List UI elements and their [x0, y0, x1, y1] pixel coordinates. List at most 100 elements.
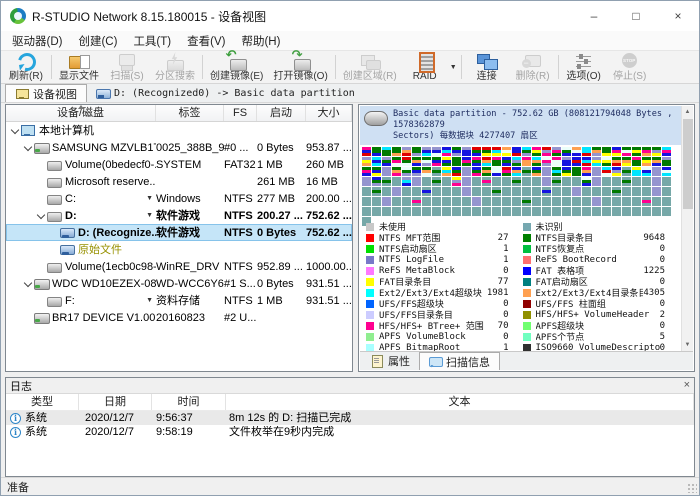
- log-row[interactable]: i系统2020/12/79:56:378m 12s 的 D: 扫描已完成: [6, 411, 694, 425]
- map-block: [392, 207, 401, 216]
- legend-swatch: [523, 234, 531, 242]
- column-header-3[interactable]: 启动: [257, 105, 306, 121]
- map-block: [622, 187, 631, 196]
- menu-item-create[interactable]: 创建(C): [70, 32, 125, 50]
- resize-grip[interactable]: [687, 483, 697, 493]
- map-block: [432, 187, 441, 196]
- raid-label: RAID: [413, 72, 437, 82]
- log-column-header-3[interactable]: 文本: [226, 394, 694, 410]
- open-image-button[interactable]: 打开镜像(O): [268, 52, 332, 82]
- raid-button[interactable]: RAID: [402, 52, 448, 82]
- menu-item-drive[interactable]: 驱动器(D): [4, 32, 70, 50]
- log-row[interactable]: i系统2020/12/79:58:19文件枚举在9秒内完成: [6, 425, 694, 439]
- minimize-button[interactable]: –: [573, 1, 615, 31]
- menu-item-tools[interactable]: 工具(T): [125, 32, 179, 50]
- create-image-icon: [225, 52, 249, 71]
- create-image-button[interactable]: 创建镜像(E): [205, 52, 268, 82]
- column-header-4[interactable]: 大小: [306, 105, 352, 121]
- map-block: [652, 177, 661, 186]
- tree-row-local-computer[interactable]: 本地计算机: [6, 122, 352, 139]
- legend-item: NTFS LogFile1: [366, 254, 523, 265]
- tree-row-drive-c[interactable]: C:▼WindowsNTFS277 MB200.00 ...: [6, 190, 352, 207]
- scroll-up-icon[interactable]: ▲: [682, 106, 693, 118]
- refresh-button[interactable]: 刷新(R): [3, 52, 49, 82]
- label-cell: WinRE_DRV: [156, 259, 224, 275]
- map-block: [522, 147, 531, 156]
- chevron-down-icon[interactable]: [22, 142, 33, 153]
- delete-button: 删除(R): [510, 52, 556, 82]
- info-icon: i: [10, 413, 21, 424]
- map-block: [442, 167, 451, 176]
- legend-swatch: [523, 278, 531, 286]
- tab-properties[interactable]: 属性: [362, 352, 419, 370]
- map-block: [612, 157, 621, 166]
- chevron-down-icon[interactable]: [35, 210, 46, 221]
- log-column-header-1[interactable]: 日期: [79, 394, 152, 410]
- map-block: [532, 167, 541, 176]
- app-window: R-STUDIO Network 8.15.180015 - 设备视图 – □ …: [0, 0, 700, 496]
- map-block: [502, 187, 511, 196]
- tree-row-raw-files[interactable]: 原始文件: [6, 241, 352, 258]
- chevron-down-icon[interactable]: [22, 278, 33, 289]
- device-name: C:: [65, 191, 76, 207]
- row-dropdown-icon[interactable]: ▼: [146, 208, 156, 224]
- log-time-cell: 9:56:37: [152, 412, 226, 425]
- tree-row-samsung-drive[interactable]: SAMSUNG MZVLB1T0...0025_388B_9...#0 ...0…: [6, 139, 352, 156]
- map-block: [452, 177, 461, 186]
- tree-row-wdc-drive[interactable]: WDC WD10EZEX-08W...WD-WCC6Y6...#1 S...0 …: [6, 275, 352, 292]
- device-tree-panel: 设备/磁盘标签FS启动大小 本地计算机SAMSUNG MZVLB1T0...00…: [5, 104, 353, 372]
- boot-cell: 0 Bytes: [257, 276, 306, 292]
- log-column-header-0[interactable]: 类型: [6, 394, 79, 410]
- column-header-0[interactable]: 设备/磁盘: [6, 105, 156, 121]
- menu-item-help[interactable]: 帮助(H): [233, 32, 288, 50]
- row-dropdown-icon[interactable]: ▼: [146, 191, 156, 207]
- scan-info-panel: Basic data partition - 752.62 GB (808121…: [358, 104, 695, 372]
- map-block: [492, 187, 501, 196]
- tab-scan-info[interactable]: 扫描信息: [419, 352, 500, 370]
- map-block: [382, 187, 391, 196]
- map-block: [382, 157, 391, 166]
- map-block: [382, 207, 391, 216]
- scan-label: 扫描(S): [110, 72, 143, 82]
- connect-button[interactable]: 连接: [464, 52, 510, 82]
- column-header-2[interactable]: FS: [224, 105, 257, 121]
- options-button[interactable]: 选项(O): [561, 52, 607, 82]
- tree-row-drive-d-recognized[interactable]: D: (Recognize...软件游戏NTFS0 Bytes752.62 ..…: [6, 224, 352, 241]
- tree-row-volume-1ecb0c98[interactable]: Volume(1ecb0c98-...▼WinRE_DRVNTFS952.89 …: [6, 258, 352, 275]
- tab-recognized-partition[interactable]: D: (Recognized0) -> Basic data partition: [87, 84, 364, 102]
- row-dropdown-icon[interactable]: ▼: [146, 293, 156, 309]
- scan-scrollbar[interactable]: ▲ ▼: [681, 106, 693, 351]
- column-header-1[interactable]: 标签: [156, 105, 224, 121]
- scroll-down-icon[interactable]: ▼: [682, 339, 693, 351]
- scroll-thumb[interactable]: [683, 119, 693, 209]
- log-column-header-2[interactable]: 时间: [152, 394, 226, 410]
- log-close-icon[interactable]: ×: [684, 380, 690, 391]
- raid-dropdown-icon[interactable]: ▼: [450, 64, 457, 71]
- map-block: [362, 207, 371, 216]
- chevron-down-icon[interactable]: [9, 125, 20, 136]
- map-block: [582, 197, 591, 206]
- map-block: [412, 187, 421, 196]
- tree-row-drive-f[interactable]: F:▼资料存储NTFS1 MB931.51 ...: [6, 292, 352, 309]
- tree-row-drive-d[interactable]: D:▼软件游戏NTFS200.27 ...752.62 ...: [6, 207, 352, 224]
- tab-label-properties: 属性: [388, 353, 410, 369]
- maximize-button[interactable]: □: [615, 1, 657, 31]
- close-button[interactable]: ×: [657, 1, 699, 31]
- map-block: [402, 177, 411, 186]
- map-block: [622, 207, 631, 216]
- tab-device-view[interactable]: 设备视图: [5, 84, 87, 102]
- tree-row-volume-0bedecf0[interactable]: Volume(0bedecf0-...▼SYSTEMFAT321 MB260 M…: [6, 156, 352, 173]
- connect-icon: [475, 52, 499, 71]
- show-files-button[interactable]: 显示文件: [54, 52, 104, 82]
- legend-count: 1: [503, 255, 522, 265]
- tree-row-br17-device[interactable]: BR17 DEVICE V1.00 1...20160823#2 U...: [6, 309, 352, 326]
- tree-row-ms-reserved[interactable]: Microsoft reserve...▼261 MB16 MB: [6, 173, 352, 190]
- map-block: [662, 157, 671, 166]
- legend-swatch: [366, 333, 374, 341]
- boot-cell: 1 MB: [257, 293, 306, 309]
- scan-block-map[interactable]: [360, 145, 681, 217]
- open-image-icon: [289, 52, 313, 71]
- map-block: [542, 177, 551, 186]
- log-text-cell: 文件枚举在9秒内完成: [226, 426, 694, 439]
- legend-swatch: [523, 267, 531, 275]
